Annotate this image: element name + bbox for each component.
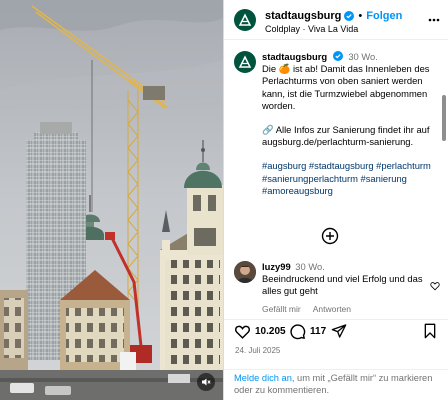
save-button[interactable] xyxy=(423,323,437,339)
commenter-photo xyxy=(234,261,256,283)
post-actions: 10.205 117 24. Juli 2025 xyxy=(224,319,448,369)
comment-likes-button[interactable]: Gefällt mir xyxy=(262,304,301,314)
share-button[interactable] xyxy=(331,323,347,339)
login-prompt: Melde dich an, um mit „Gefällt mir“ zu m… xyxy=(224,369,448,400)
post-photo xyxy=(0,0,223,400)
author-avatar[interactable] xyxy=(234,9,256,31)
mute-toggle[interactable] xyxy=(197,373,215,391)
augsburg-logo-icon xyxy=(238,55,252,68)
login-link[interactable]: Melde dich an, xyxy=(234,373,294,383)
comments-count: 117 xyxy=(310,326,327,337)
verified-icon xyxy=(332,51,343,61)
more-icon[interactable] xyxy=(427,13,441,27)
caption-text: Die 🍊 ist ab! Damit das Innenleben des P… xyxy=(262,63,430,111)
scrollbar-thumb[interactable] xyxy=(442,95,446,141)
post-header: stadtaugsburg • Folgen Coldplay · Viva L… xyxy=(224,0,448,40)
share-icon xyxy=(331,324,347,338)
comment-username[interactable]: luzy99 xyxy=(262,261,291,272)
mute-icon xyxy=(202,378,211,386)
like-button[interactable]: 10.205 xyxy=(234,323,286,340)
load-more-icon[interactable] xyxy=(321,227,339,245)
comment-button[interactable]: 117 xyxy=(289,323,326,340)
author-username[interactable]: stadtaugsburg xyxy=(265,10,341,22)
comment-reply-button[interactable]: Antworten xyxy=(313,304,351,314)
post-panel: stadtaugsburg • Folgen Coldplay · Viva L… xyxy=(223,0,448,400)
comment-icon xyxy=(290,324,306,340)
comment-heart-icon[interactable] xyxy=(430,281,440,291)
comment: luzy99 30 Wo. Beeindruckend und viel Erf… xyxy=(262,261,438,298)
separator-dot: • xyxy=(358,10,363,22)
commenter-avatar[interactable] xyxy=(234,261,256,283)
caption-avatar[interactable] xyxy=(234,51,256,73)
comments-scroll-area[interactable]: stadtaugsburg 30 Wo. Die 🍊 ist ab! Damit… xyxy=(224,41,448,319)
save-icon xyxy=(424,323,436,339)
comment-time[interactable]: 30 Wo. xyxy=(295,261,325,272)
post-caption: stadtaugsburg 30 Wo. Die 🍊 ist ab! Damit… xyxy=(262,51,438,209)
likes-count[interactable]: 10.205 xyxy=(255,326,286,337)
verified-icon xyxy=(344,11,355,21)
heart-icon xyxy=(235,325,250,339)
caption-link-line: 🔗 Alle Infos zur Sanierung findet ihr au… xyxy=(262,124,430,148)
post-date[interactable]: 24. Juli 2025 xyxy=(235,346,280,355)
song-label[interactable]: Coldplay · Viva La Vida xyxy=(265,24,358,34)
caption-username[interactable]: stadtaugsburg xyxy=(262,51,327,62)
comment-text: Beeindruckend und viel Erfolg und das al… xyxy=(262,273,423,297)
post-media[interactable] xyxy=(0,0,223,400)
follow-button[interactable]: Folgen xyxy=(366,10,402,22)
caption-time[interactable]: 30 Wo. xyxy=(348,51,378,62)
augsburg-logo-icon xyxy=(238,13,252,26)
caption-hashtags[interactable]: #augsburg #stadtaugsburg #perlachturm #s… xyxy=(262,160,438,197)
comment-meta: Gefällt mir Antworten xyxy=(262,304,351,314)
